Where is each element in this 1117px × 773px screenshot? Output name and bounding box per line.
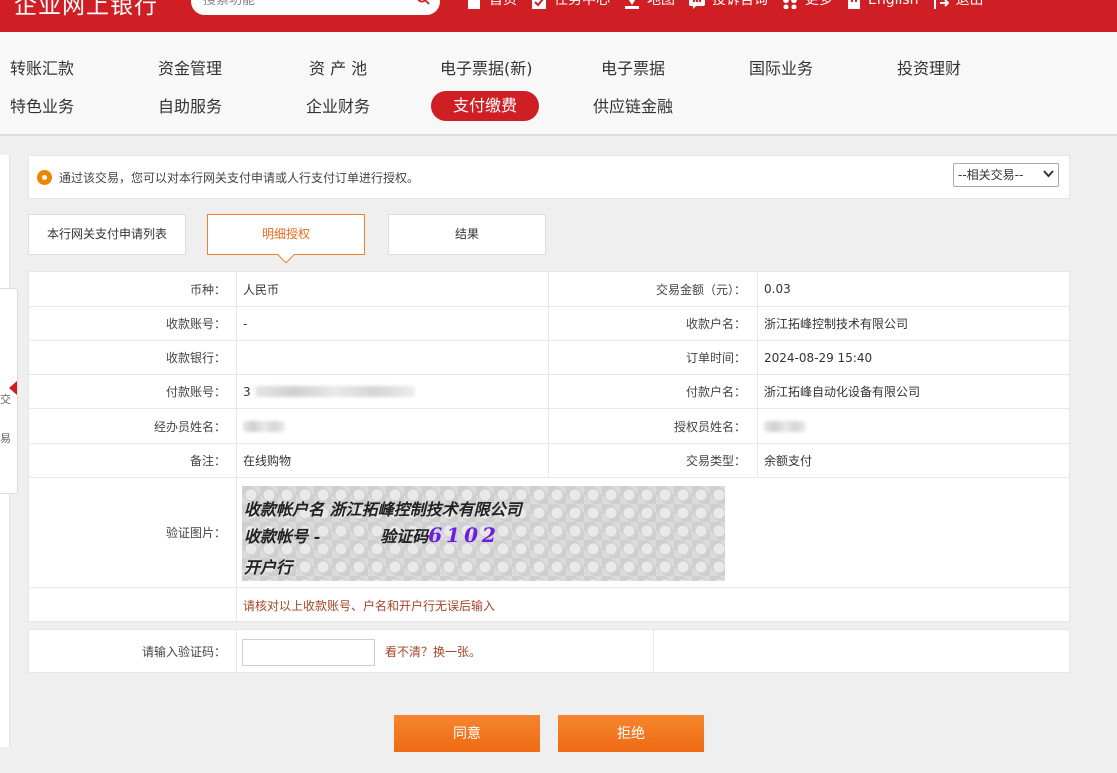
- table-row: 收款银行： 订单时间： 2024-08-29 15:40: [29, 341, 1069, 375]
- currency-value: 人民币: [243, 282, 280, 297]
- side-tab-char-1: 交: [0, 393, 11, 406]
- task-check-icon: [532, 0, 546, 9]
- operator-name-label: 经办员姓名：: [153, 419, 226, 434]
- menu-item-international[interactable]: 国际业务: [749, 54, 813, 84]
- step-result[interactable]: 结果: [388, 214, 546, 255]
- top-nav-logout[interactable]: 退出: [933, 0, 984, 9]
- step-gateway-list[interactable]: 本行网关支付申请列表: [28, 214, 186, 255]
- top-nav: 首页 任务中心 地图 投诉咨询 更多 English 退出: [466, 0, 998, 14]
- redacted-operator-name: [243, 420, 285, 432]
- top-nav-more[interactable]: 更多: [782, 0, 833, 9]
- detail-table: 币种： 人民币 交易金额（元）： 0.03 收款账号： - 收款户名： 浙江拓峰…: [28, 271, 1070, 622]
- payer-name-value: 浙江拓峰自动化设备有限公司: [764, 385, 921, 399]
- top-nav-map[interactable]: 地图: [624, 0, 675, 9]
- captcha-image-label: 验证图片：: [165, 526, 226, 540]
- payer-account-value: 3: [237, 375, 548, 408]
- top-header-bar: 企业网上银行 搜索功能 首页 任务中心 地图 投诉咨询 更多 English 退…: [0, 0, 1117, 32]
- payer-account-label: 付款账号：: [165, 385, 226, 399]
- top-nav-task-center[interactable]: 任务中心: [531, 0, 610, 9]
- home-icon: [468, 0, 480, 9]
- amount-value: 0.03: [764, 282, 791, 296]
- search-input-placeholder[interactable]: 搜索功能: [203, 0, 255, 8]
- table-row: 收款账号： - 收款户名： 浙江拓峰控制技术有限公司: [29, 307, 1069, 341]
- info-pin-icon: [37, 170, 52, 185]
- related-select-value: --相关交易--: [958, 168, 1024, 182]
- order-time-value: 2024-08-29 15:40: [764, 350, 873, 365]
- bank-brand-title: 企业网上银行: [14, 0, 158, 19]
- menu-item-fund-management[interactable]: 资金管理: [158, 54, 222, 84]
- menu-item-payment-active[interactable]: 支付缴费: [431, 91, 540, 121]
- refresh-captcha-link[interactable]: 看不清？换一张。: [385, 630, 481, 672]
- verify-code-label: 请输入验证码：: [141, 644, 226, 659]
- menu-item-investment[interactable]: 投资理财: [897, 54, 961, 84]
- captcha-line-payee-name: 收款帐户名 浙江拓峰控制技术有限公司: [244, 500, 522, 519]
- top-nav-complaint[interactable]: 投诉咨询: [689, 0, 768, 9]
- captcha-line-bank: 开户行: [244, 558, 293, 577]
- table-row: 经办员姓名： 授权员姓名：: [29, 409, 1069, 444]
- chat-bubble-icon: [689, 0, 705, 9]
- side-tab-char-2: 易: [0, 432, 11, 445]
- warning-row: 请核对以上收款账号、户名和开户行无误后输入: [29, 588, 1069, 622]
- payer-name-label: 付款户名：: [685, 385, 746, 399]
- reject-button[interactable]: 拒绝: [558, 715, 704, 752]
- remark-value: 在线购物: [243, 454, 292, 468]
- verify-warning-text: 请核对以上收款账号、户名和开户行无误后输入: [243, 598, 496, 613]
- payee-account-value: -: [243, 316, 248, 331]
- menu-item-supply-chain[interactable]: 供应链金融: [593, 92, 673, 122]
- table-row: 付款账号： 3 付款户名： 浙江拓峰自动化设备有限公司: [29, 375, 1069, 409]
- top-nav-home[interactable]: 首页: [466, 0, 517, 9]
- building-icon: [848, 0, 860, 9]
- operator-name-value: [237, 409, 548, 443]
- payee-name-value: 浙江拓峰控制技术有限公司: [764, 317, 909, 331]
- redacted-account: [254, 386, 415, 397]
- transaction-type-value: 余额支付: [764, 454, 813, 468]
- menu-item-e-bill-new[interactable]: 电子票据(新): [440, 54, 533, 84]
- captcha-line-account: 收款帐号 - 验证码6102: [244, 523, 500, 547]
- captcha-code: 6102: [428, 523, 500, 547]
- top-nav-english[interactable]: English: [847, 0, 919, 9]
- search-box[interactable]: 搜索功能: [191, 0, 440, 15]
- main-menu: 转账汇款 资金管理 资 产 池 电子票据(新) 电子票据 国际业务 投资理财 特…: [0, 32, 1117, 136]
- notice-bar: 通过该交易，您可以对本行网关支付申请或人行支付订单进行授权。 --相关交易--: [28, 155, 1070, 199]
- chevron-down-icon: [1043, 170, 1054, 178]
- step-detail-authorize[interactable]: 明细授权: [207, 214, 365, 255]
- menu-item-self-service[interactable]: 自助服务: [158, 92, 222, 122]
- menu-item-asset-pool[interactable]: 资 产 池: [309, 54, 367, 84]
- menu-item-transfer[interactable]: 转账汇款: [10, 54, 74, 84]
- table-row: 币种： 人民币 交易金额（元）： 0.03: [29, 272, 1069, 307]
- authorizer-name-label: 授权员姓名：: [673, 419, 746, 434]
- related-transaction-select[interactable]: --相关交易--: [953, 163, 1059, 187]
- table-row: 备注： 在线购物 交易类型： 余额支付: [29, 444, 1069, 478]
- logout-icon: [933, 0, 949, 9]
- search-icon[interactable]: [416, 0, 430, 9]
- more-grid-icon: [783, 0, 797, 9]
- payee-bank-label: 收款银行：: [165, 351, 226, 365]
- payee-account-label: 收款账号：: [165, 317, 226, 331]
- menu-item-e-bill[interactable]: 电子票据: [601, 54, 665, 84]
- remark-label: 备注：: [189, 454, 226, 468]
- payee-bank-value: [237, 341, 548, 374]
- authorizer-name-value: [758, 409, 1069, 443]
- currency-label: 币种：: [189, 282, 226, 297]
- captcha-row: 验证图片： 收款帐户名 浙江拓峰控制技术有限公司 收款帐号 - 验证码6102 开…: [29, 478, 1069, 588]
- agree-button[interactable]: 同意: [394, 715, 540, 752]
- menu-item-corporate-finance[interactable]: 企业财务: [306, 92, 370, 122]
- verify-code-row: 请输入验证码： 看不清？换一张。: [28, 629, 1070, 673]
- redacted-authorizer-name: [764, 420, 806, 432]
- transaction-type-label: 交易类型：: [685, 454, 746, 468]
- amount-label: 交易金额（元）：: [655, 282, 746, 297]
- menu-item-featured[interactable]: 特色业务: [10, 92, 74, 122]
- map-pin-icon: [625, 0, 639, 9]
- verify-code-input[interactable]: [242, 639, 375, 666]
- notice-text: 通过该交易，您可以对本行网关支付申请或人行支付订单进行授权。: [59, 171, 420, 185]
- payee-name-label: 收款户名：: [685, 317, 746, 331]
- order-time-label: 订单时间：: [685, 351, 746, 365]
- captcha-image[interactable]: 收款帐户名 浙江拓峰控制技术有限公司 收款帐号 - 验证码6102 开户行: [242, 486, 725, 581]
